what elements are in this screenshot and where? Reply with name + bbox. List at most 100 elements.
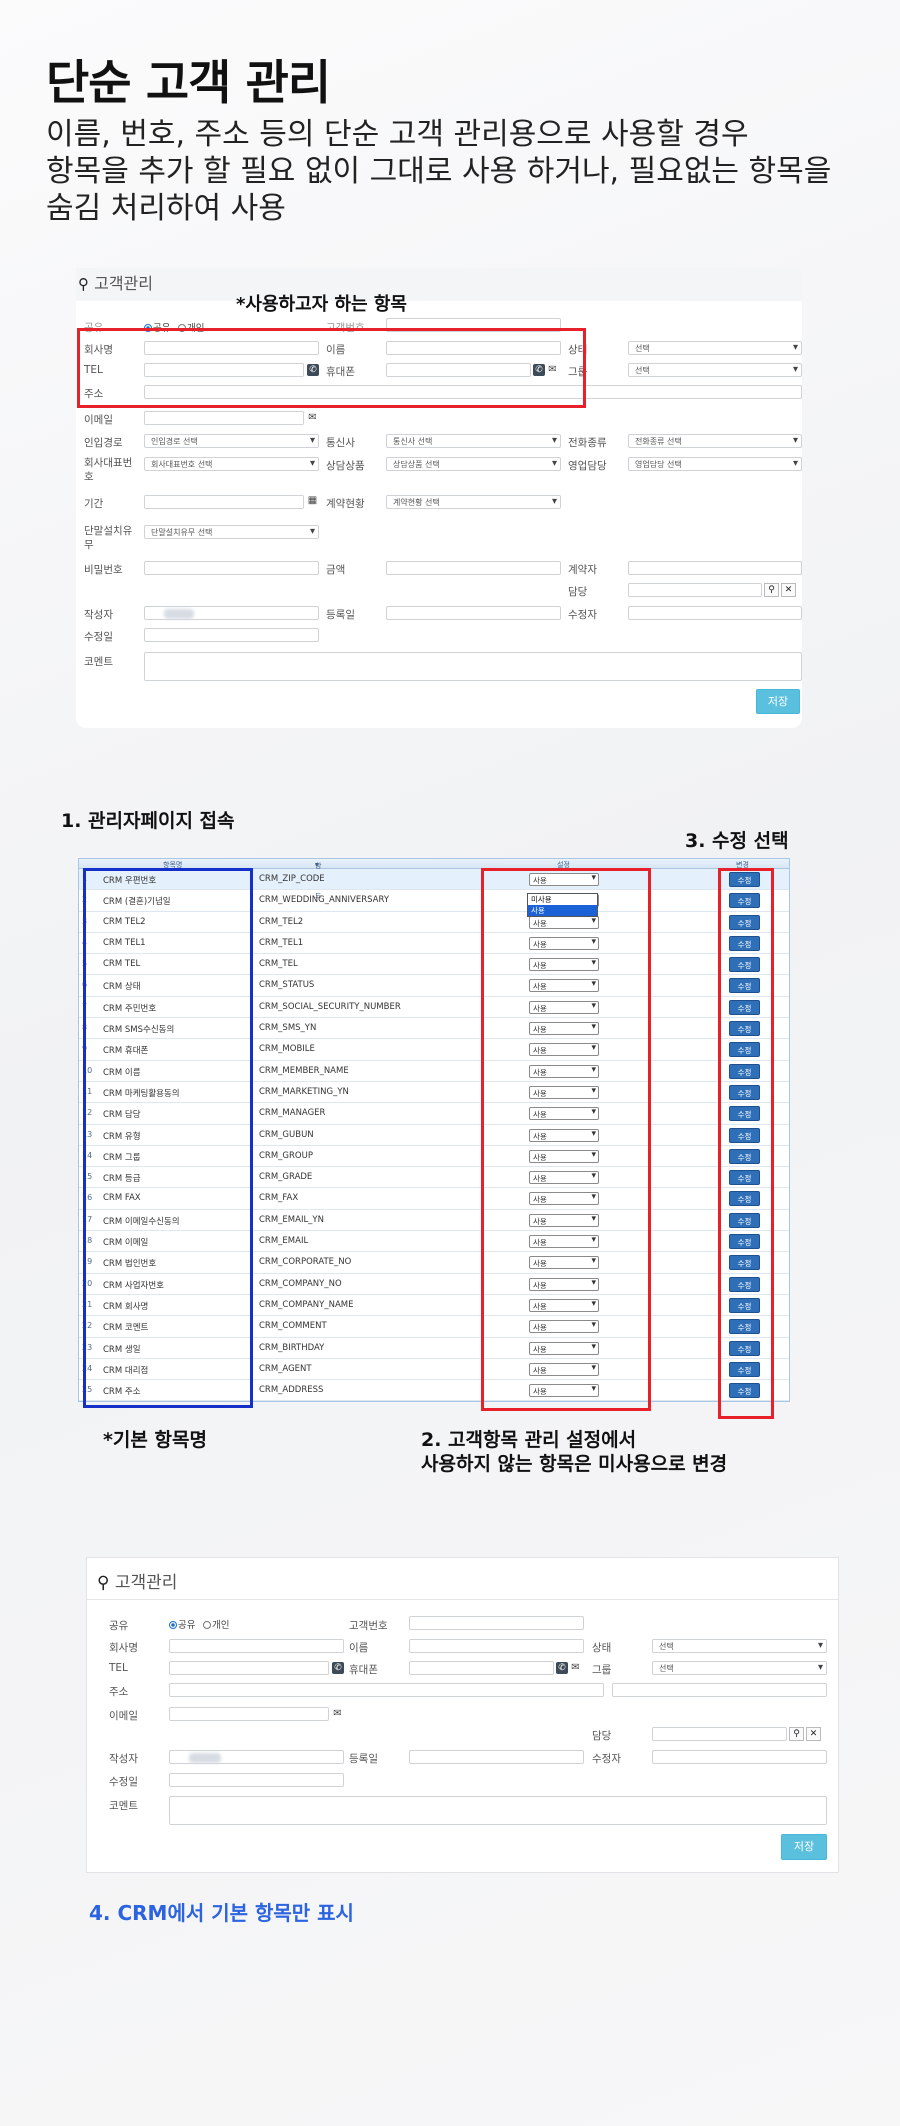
step4-label: 4. CRM에서 기본 항목만 표시 bbox=[89, 1901, 354, 1925]
form-header: ⚲ 고객관리 bbox=[78, 270, 153, 294]
step2-label: 2. 고객항목 관리 설정에서 사용하지 않는 항목은 미사용으로 변경 bbox=[421, 1428, 727, 1476]
radio-label: 개인 bbox=[212, 1620, 230, 1631]
label-mod-date: 수정일 bbox=[109, 1776, 138, 1788]
radio-personal[interactable]: 개인 bbox=[203, 1617, 229, 1631]
period-input[interactable] bbox=[144, 495, 304, 509]
clear-button[interactable]: ✕ bbox=[781, 583, 796, 597]
description-line: 이름, 번호, 주소 등의 단순 고객 관리용으로 사용할 경우 bbox=[46, 117, 749, 152]
mail-icon[interactable]: ✉ bbox=[569, 1662, 582, 1674]
clear-button[interactable]: ✕ bbox=[806, 1727, 821, 1741]
phone-icon[interactable]: ✆ bbox=[556, 1662, 568, 1674]
phone-icon[interactable]: ✆ bbox=[332, 1662, 344, 1674]
form-header-bar bbox=[87, 1558, 838, 1600]
item-code: CRM_EMAIL_YN bbox=[259, 1214, 324, 1225]
highlight-basic-names bbox=[83, 868, 253, 1408]
item-code: CRM_SOCIAL_SECURITY_NUMBER bbox=[259, 1001, 401, 1012]
mobile-input[interactable] bbox=[409, 1661, 554, 1675]
item-code: CRM_AGENT bbox=[259, 1363, 312, 1374]
group-select[interactable]: 선택 bbox=[628, 363, 802, 377]
address-input[interactable] bbox=[169, 1683, 604, 1697]
label-email: 이메일 bbox=[109, 1710, 138, 1722]
item-code: CRM_MOBILE bbox=[259, 1044, 315, 1055]
sort-desc-icon: ▾ bbox=[315, 861, 319, 869]
comment-textarea[interactable] bbox=[169, 1796, 827, 1825]
tel-input[interactable] bbox=[169, 1661, 329, 1675]
carrier-select[interactable]: 통신사 선택 bbox=[386, 434, 561, 448]
form-header-title: 고객관리 bbox=[94, 274, 153, 293]
search-button[interactable]: ⚲ bbox=[789, 1727, 804, 1741]
mod-date-input bbox=[144, 628, 319, 642]
label-company: 회사명 bbox=[109, 1642, 138, 1654]
contract-status-select[interactable]: 계약현황 선택 bbox=[386, 495, 561, 509]
label-address: 주소 bbox=[109, 1686, 129, 1698]
phone-type-select[interactable]: 전화종류 선택 bbox=[628, 434, 802, 448]
group-select[interactable]: 선택 bbox=[652, 1661, 827, 1675]
item-code: CRM_MARKETING_YN bbox=[259, 1086, 349, 1097]
manager-input[interactable] bbox=[628, 583, 762, 597]
label-writer: 작성자 bbox=[84, 609, 113, 621]
highlight-setting-column bbox=[481, 868, 651, 1411]
label-rep-no: 회사대표번호 bbox=[84, 456, 139, 484]
label-sales-rep: 영업담당 bbox=[568, 460, 607, 472]
item-code: CRM_SMS_YN bbox=[259, 1023, 317, 1034]
status-select[interactable]: 선택 bbox=[628, 341, 802, 355]
label-email: 이메일 bbox=[84, 414, 113, 426]
label-phone-type: 전화종류 bbox=[568, 437, 607, 449]
search-icon: ⚲ bbox=[78, 275, 89, 293]
form-header-bar bbox=[76, 268, 802, 300]
rep-no-select[interactable]: 회사대표번호 선택 bbox=[144, 457, 319, 471]
radio-shared[interactable]: 공유 bbox=[169, 1617, 195, 1631]
radio-label: 공유 bbox=[178, 1620, 196, 1631]
password-input[interactable] bbox=[144, 561, 319, 575]
email-input[interactable] bbox=[144, 411, 304, 425]
item-code: CRM_EMAIL bbox=[259, 1236, 309, 1247]
reg-date-input bbox=[409, 1750, 584, 1764]
label-device-installed: 단말설치유무 bbox=[84, 524, 139, 552]
save-button[interactable]: 저장 bbox=[781, 1834, 827, 1860]
label-device-installed-text: 단말설치유무 bbox=[84, 525, 133, 551]
item-code: CRM_MANAGER bbox=[259, 1108, 326, 1119]
label-inflow: 인입경로 bbox=[84, 437, 123, 449]
comment-textarea[interactable] bbox=[144, 652, 802, 681]
label-reg-date: 등록일 bbox=[326, 609, 355, 621]
label-group: 그룹 bbox=[592, 1664, 612, 1676]
mail-icon[interactable]: ✉ bbox=[331, 1708, 344, 1720]
consult-product-select[interactable]: 상담상품 선택 bbox=[386, 457, 561, 471]
label-manager: 담당 bbox=[592, 1730, 612, 1742]
search-icon: ⚲ bbox=[97, 1573, 110, 1593]
save-button[interactable]: 저장 bbox=[756, 689, 800, 714]
label-customer-no: 고객번호 bbox=[349, 1620, 388, 1632]
search-button[interactable]: ⚲ bbox=[764, 583, 779, 597]
label-name: 이름 bbox=[349, 1642, 369, 1654]
item-code: CRM_STATUS bbox=[259, 980, 315, 991]
mail-icon[interactable]: ✉ bbox=[306, 412, 319, 424]
page-title: 단순 고객 관리 bbox=[46, 56, 331, 111]
calendar-icon[interactable]: ▦ bbox=[306, 495, 319, 507]
radio-dot bbox=[203, 1621, 211, 1629]
modifier-input bbox=[628, 606, 802, 620]
manager-input[interactable] bbox=[652, 1727, 787, 1741]
email-input[interactable] bbox=[169, 1707, 329, 1721]
radio-dot-checked bbox=[169, 1621, 177, 1629]
label-contractor: 계약자 bbox=[568, 564, 597, 576]
amount-input[interactable] bbox=[386, 561, 561, 575]
sales-rep-select[interactable]: 영업담당 선택 bbox=[628, 457, 802, 471]
item-code: CRM_MEMBER_NAME bbox=[259, 1065, 349, 1076]
company-input[interactable] bbox=[169, 1639, 344, 1653]
inflow-select[interactable]: 인입경로 선택 bbox=[144, 434, 319, 448]
address-detail-input[interactable] bbox=[612, 1683, 827, 1697]
contractor-input[interactable] bbox=[628, 561, 802, 575]
label-status: 상태 bbox=[592, 1642, 612, 1654]
mod-date-input bbox=[169, 1773, 344, 1787]
step3-label: 3. 수정 선택 bbox=[685, 830, 789, 852]
label-tel: TEL bbox=[109, 1662, 128, 1674]
step2-line: 사용하지 않는 항목은 미사용으로 변경 bbox=[421, 1453, 728, 1475]
status-select[interactable]: 선택 bbox=[652, 1639, 827, 1653]
item-code: CRM_TEL1 bbox=[259, 937, 304, 948]
device-installed-select[interactable]: 단말설치유무 선택 bbox=[144, 525, 319, 539]
writer-value-redacted bbox=[164, 609, 194, 619]
item-code: CRM_TEL2 bbox=[259, 916, 304, 927]
customer-no-input[interactable] bbox=[409, 1616, 584, 1630]
item-code: CRM_CORPORATE_NO bbox=[259, 1257, 352, 1268]
name-input[interactable] bbox=[409, 1639, 584, 1653]
